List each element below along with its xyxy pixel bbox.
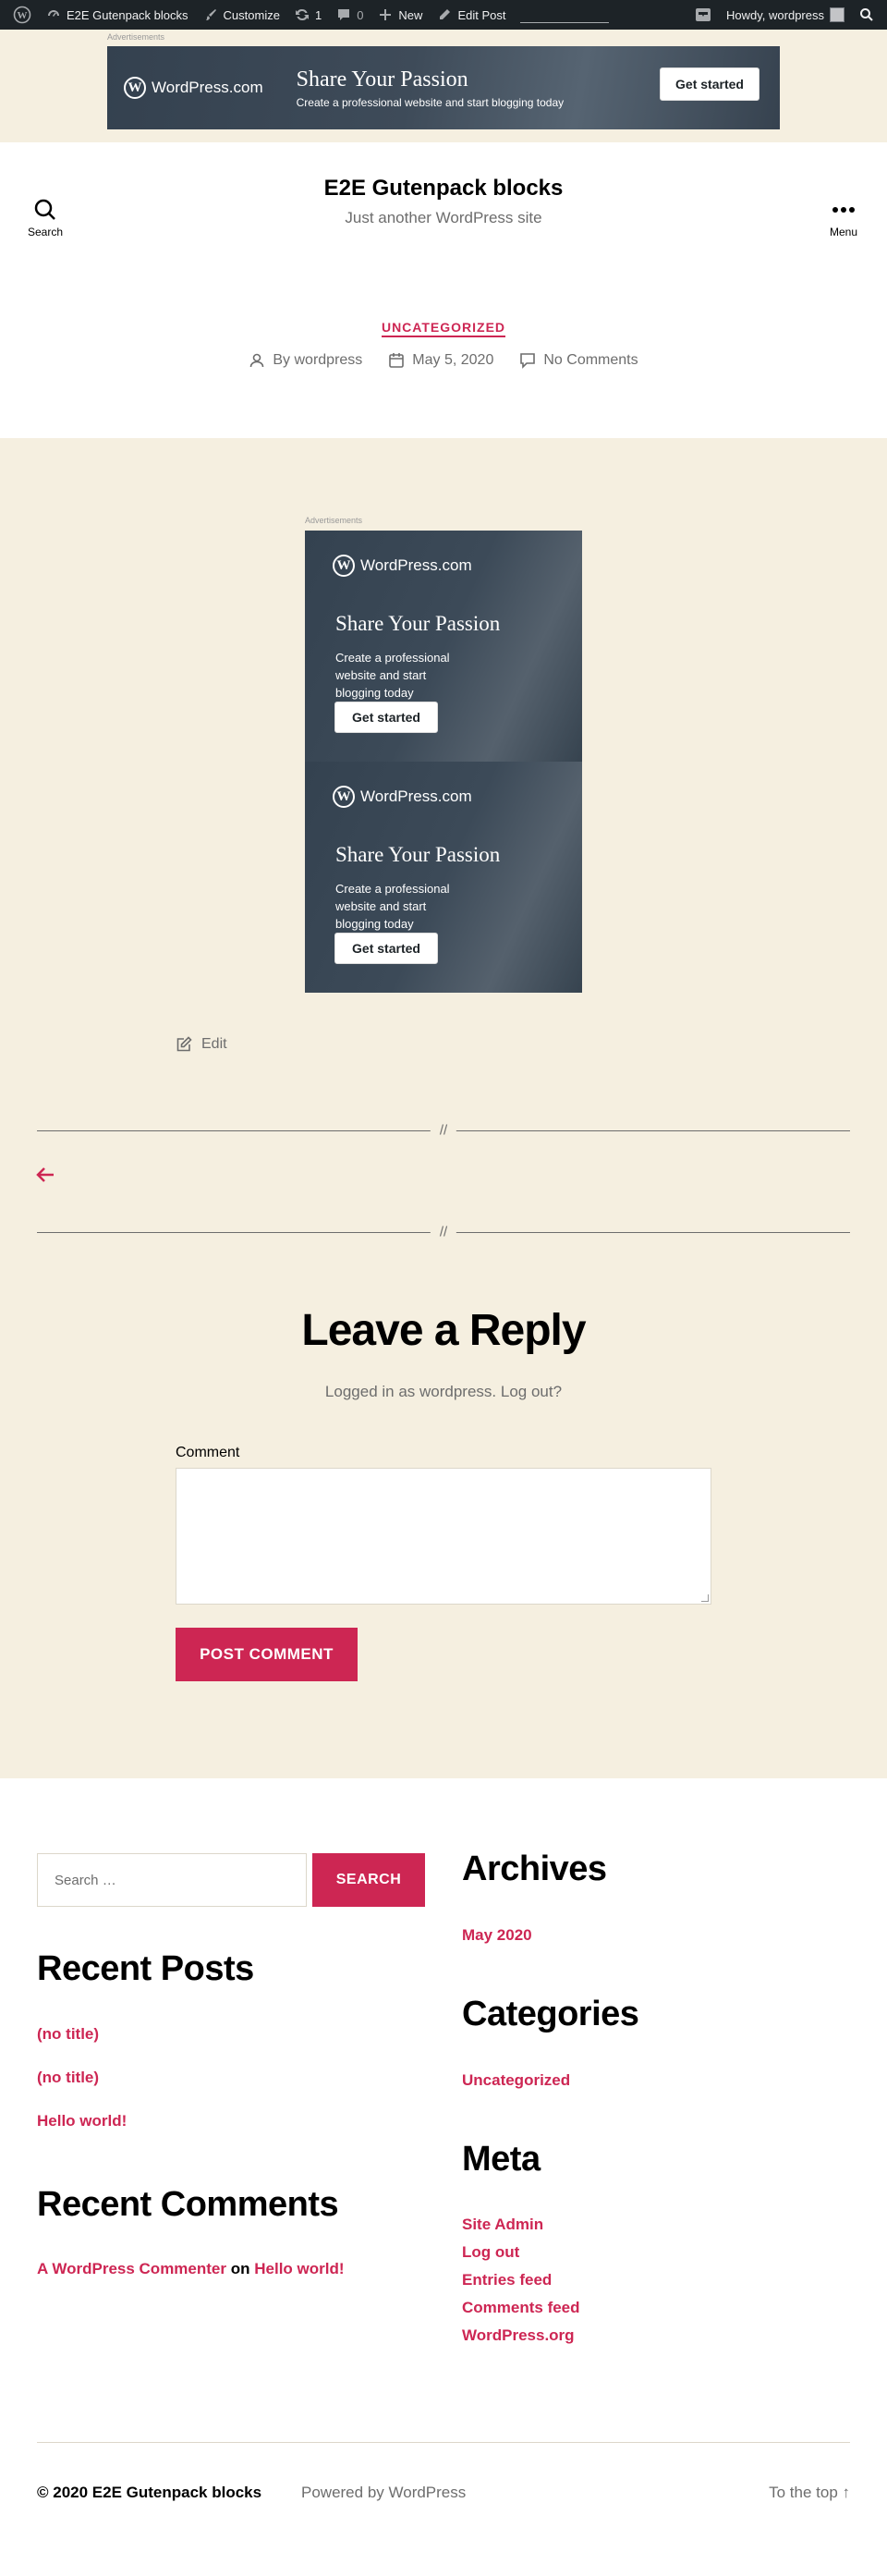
- ad-label: Advertisements: [107, 32, 165, 42]
- ad-unit[interactable]: W WordPress.com Share Your Passion Creat…: [305, 531, 582, 762]
- wordpress-logo-icon: W: [333, 786, 355, 808]
- wordpress-com-logo: W WordPress.com: [333, 786, 472, 808]
- pencil-icon: [440, 9, 451, 19]
- archive-link[interactable]: May 2020: [462, 1926, 532, 1945]
- comment-textarea[interactable]: [176, 1468, 711, 1605]
- post-header: UNCATEGORIZED By wordpress May 5, 2020 N…: [0, 299, 887, 438]
- ad-unit[interactable]: W WordPress.com Share Your Passion Creat…: [305, 762, 582, 993]
- comment-post-link[interactable]: Hello world!: [254, 2260, 344, 2277]
- admin-bar-notifications[interactable]: [687, 0, 719, 30]
- copyright[interactable]: © 2020 E2E Gutenpack blocks: [37, 2484, 261, 2502]
- archives-title: Archives: [462, 1850, 607, 1888]
- meta-title: Meta: [462, 2140, 541, 2179]
- recent-posts-title: Recent Posts: [37, 1949, 254, 1988]
- top-ad-band: Advertisements W WordPress.com Share You…: [0, 30, 887, 142]
- comment-icon: [520, 353, 536, 369]
- logged-in-note: Logged in as wordpress. Log out?: [0, 1383, 887, 1401]
- site-footer: © 2020 E2E Gutenpack blocks Powered by W…: [0, 2442, 887, 2521]
- meta-link-wordpress-org[interactable]: WordPress.org: [462, 2326, 575, 2345]
- post-comments-link[interactable]: No Comments: [543, 352, 638, 369]
- admin-bar-search-field[interactable]: [520, 6, 610, 23]
- edit-post-link[interactable]: Edit: [176, 1036, 227, 1053]
- comment-label: Comment: [176, 1445, 240, 1460]
- ad-subtext: Create a professional website and start …: [296, 95, 565, 109]
- resize-handle[interactable]: [701, 1594, 709, 1602]
- ad-headline: Share Your Passion: [296, 67, 468, 92]
- reply-title: Leave a Reply: [301, 1306, 586, 1355]
- calendar-icon: [389, 353, 405, 368]
- updates-icon: [295, 8, 309, 21]
- wordpress-logo-icon: W: [333, 555, 355, 577]
- post-meta: By wordpress May 5, 2020 No Comments: [0, 352, 887, 369]
- recent-comment-item: A WordPress Commenter on Hello world!: [37, 2260, 345, 2277]
- admin-bar-site-name[interactable]: E2E Gutenpack blocks: [39, 0, 196, 30]
- ad-headline: Share Your Passion: [335, 612, 501, 635]
- separator: //: [37, 1224, 850, 1240]
- recent-post-link[interactable]: (no title): [37, 2069, 99, 2087]
- site-title[interactable]: E2E Gutenpack blocks: [0, 176, 887, 201]
- avatar: [830, 7, 844, 22]
- ad-label: Advertisements: [305, 516, 363, 525]
- ad-get-started-button[interactable]: Get started: [334, 702, 438, 733]
- meta-link-comments-feed[interactable]: Comments feed: [462, 2299, 580, 2317]
- post-comment-button[interactable]: POST COMMENT: [176, 1628, 358, 1681]
- ad-headline: Share Your Passion: [335, 843, 501, 866]
- header-menu-toggle[interactable]: Menu: [830, 198, 857, 238]
- admin-bar-search-icon[interactable]: [852, 0, 881, 30]
- ad-subtext: Create a professional website and start …: [335, 651, 450, 700]
- footer-divider: [37, 2442, 850, 2443]
- admin-bar-edit-post[interactable]: Edit Post: [430, 0, 513, 30]
- ad-get-started-button[interactable]: Get started: [334, 933, 438, 964]
- admin-bar-comments[interactable]: 0: [329, 0, 371, 30]
- arrow-left-icon: [36, 1167, 54, 1182]
- svg-text:W: W: [18, 10, 28, 21]
- post-date[interactable]: May 5, 2020: [412, 352, 493, 369]
- admin-bar-account[interactable]: Howdy, wordpress: [719, 0, 852, 30]
- wordpress-com-logo: W WordPress.com: [333, 555, 472, 577]
- post-content-area: Advertisements W WordPress.com Share You…: [0, 438, 887, 1778]
- logout-link[interactable]: Log out?: [501, 1383, 562, 1400]
- meta-link-site-admin[interactable]: Site Admin: [462, 2216, 543, 2234]
- brush-icon: [205, 9, 216, 20]
- to-the-top-link[interactable]: To the top ↑: [769, 2484, 850, 2502]
- wordpress-com-logo: W WordPress.com: [124, 77, 263, 99]
- previous-post-arrow[interactable]: [35, 1166, 55, 1188]
- category-link[interactable]: UNCATEGORIZED: [381, 320, 506, 337]
- admin-bar-new[interactable]: New: [371, 0, 430, 30]
- meta-link-entries-feed[interactable]: Entries feed: [462, 2271, 552, 2289]
- notification-icon: [696, 8, 711, 21]
- category-link[interactable]: Uncategorized: [462, 2071, 570, 2090]
- wordpress-logo-icon[interactable]: W: [6, 0, 39, 30]
- ad-tall: W WordPress.com Share Your Passion Creat…: [305, 531, 582, 993]
- ad-subtext: Create a professional website and start …: [335, 882, 450, 931]
- admin-bar-updates[interactable]: 1: [287, 0, 329, 30]
- user-icon: [250, 353, 264, 368]
- recent-comments-title: Recent Comments: [37, 2185, 339, 2224]
- comment-bubble-icon: [338, 9, 350, 20]
- ad-get-started-button[interactable]: Get started: [660, 67, 759, 101]
- ad-banner[interactable]: W WordPress.com Share Your Passion Creat…: [107, 46, 780, 129]
- recent-post-link[interactable]: (no title): [37, 2025, 99, 2044]
- admin-bar: W E2E Gutenpack blocks Customize 1 0 New…: [0, 0, 887, 30]
- wordpress-logo-icon: W: [124, 77, 146, 99]
- dashboard-icon: [48, 10, 59, 17]
- categories-title: Categories: [462, 1995, 639, 2033]
- admin-bar-customize[interactable]: Customize: [196, 0, 287, 30]
- edit-icon: [176, 1036, 192, 1052]
- meta-link-log-out[interactable]: Log out: [462, 2243, 519, 2262]
- recent-post-link[interactable]: Hello world!: [37, 2112, 127, 2130]
- separator: //: [37, 1122, 850, 1139]
- search-input[interactable]: Search …: [37, 1853, 307, 1907]
- post-author[interactable]: By wordpress: [273, 352, 362, 369]
- comment-author-link[interactable]: A WordPress Commenter: [37, 2260, 226, 2277]
- plus-icon: [380, 9, 392, 20]
- powered-by-link[interactable]: Powered by WordPress: [301, 2484, 466, 2502]
- more-dots-icon: [832, 207, 855, 213]
- footer-widgets: Search … SEARCH Recent Posts (no title) …: [0, 1778, 887, 2442]
- search-submit-button[interactable]: SEARCH: [312, 1853, 425, 1907]
- site-description: Just another WordPress site: [345, 209, 542, 226]
- profile-link[interactable]: Logged in as wordpress.: [325, 1383, 496, 1400]
- site-header: Search E2E Gutenpack blocks Just another…: [0, 142, 887, 299]
